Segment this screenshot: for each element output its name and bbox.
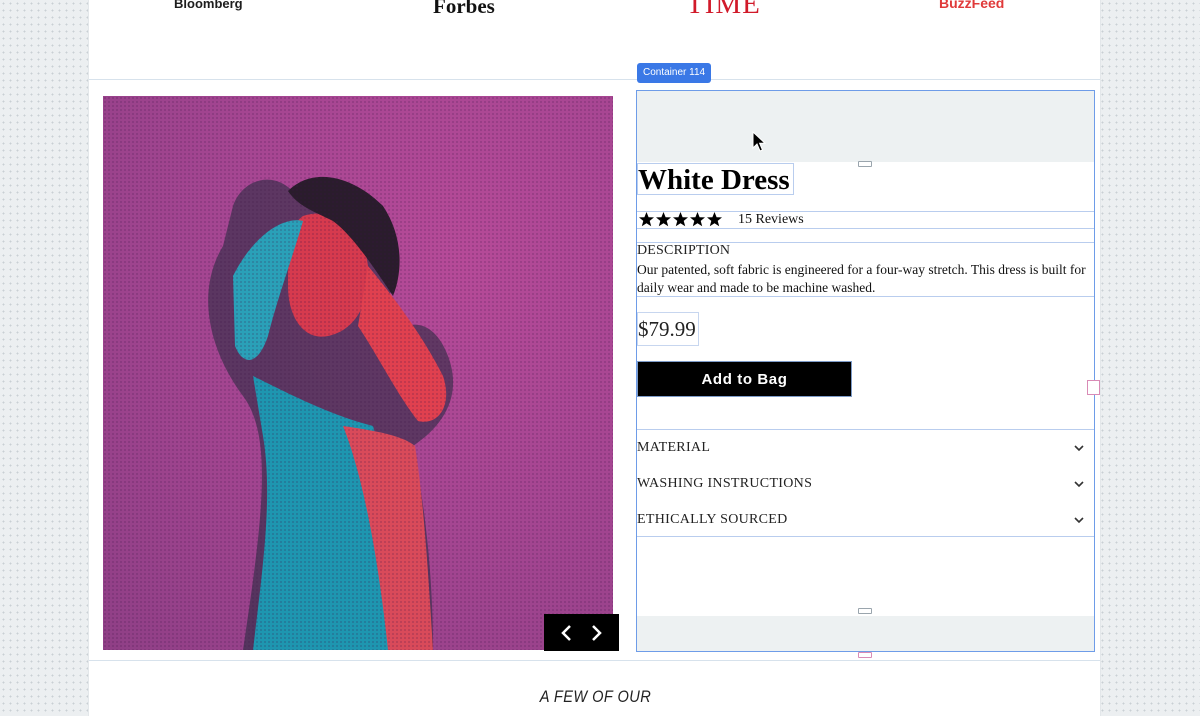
details-accordion: MATERIAL WASHING INSTRUCTIONS ETHICALLY … [637, 429, 1094, 537]
rating-stars [638, 211, 724, 228]
padding-handle-bottom[interactable] [858, 608, 872, 614]
section-divider [89, 660, 1100, 661]
star-icon [639, 212, 722, 227]
description-text: Our patented, soft fabric is engineered … [637, 262, 1086, 295]
forbes-logo: Forbes [433, 0, 495, 18]
time-logo: TIME [686, 0, 761, 20]
product-info-container[interactable]: White Dress 15 Reviews DESCRIPTION Our p… [636, 90, 1095, 658]
container-label-tag[interactable]: Container 114 [637, 63, 712, 83]
padding-handle-top[interactable] [858, 161, 872, 167]
accordion-label: WASHING INSTRUCTIONS [637, 476, 813, 491]
carousel-controls [544, 614, 619, 651]
product-image [103, 96, 613, 650]
chevron-right-icon[interactable] [589, 623, 605, 643]
section-heading: A FEW OF OUR [539, 687, 652, 706]
chevron-down-icon [1074, 444, 1084, 451]
product-price: $79.99 [637, 312, 699, 346]
accordion-label: MATERIAL [637, 440, 711, 455]
press-logo-strip: Bloomberg Forbes TIME BuzzFeed [89, 0, 1100, 80]
page-canvas: Bloomberg Forbes TIME BuzzFeed Container… [88, 0, 1101, 716]
add-to-bag-button[interactable]: Add to Bag [637, 361, 852, 397]
chevron-left-icon[interactable] [558, 623, 574, 643]
accordion-item-material[interactable]: MATERIAL [637, 430, 1094, 466]
container-top-padding [637, 91, 1094, 162]
chevron-down-icon [1074, 480, 1084, 487]
image-halftone [103, 96, 613, 650]
review-count[interactable]: 15 Reviews [738, 211, 804, 228]
bloomberg-logo: Bloomberg [174, 0, 243, 11]
container-bottom-padding [637, 616, 1094, 651]
chevron-down-icon [1074, 516, 1084, 523]
accordion-item-ethically-sourced[interactable]: ETHICALLY SOURCED [637, 502, 1094, 538]
cursor-icon [752, 130, 767, 158]
margin-handle-bottom[interactable] [858, 652, 872, 658]
description-label: DESCRIPTION [637, 243, 731, 258]
divider [637, 228, 1094, 229]
accordion-item-washing[interactable]: WASHING INSTRUCTIONS [637, 466, 1094, 502]
divider [637, 296, 1094, 297]
margin-handle-right[interactable] [1087, 380, 1100, 395]
accordion-label: ETHICALLY SOURCED [637, 512, 788, 527]
product-title: White Dress [637, 163, 794, 196]
buzzfeed-logo: BuzzFeed [939, 0, 1005, 11]
